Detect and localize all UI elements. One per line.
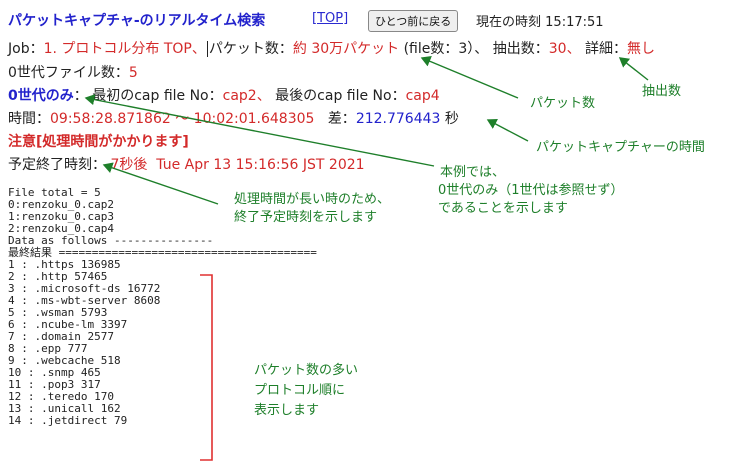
arrow-extract bbox=[618, 57, 649, 81]
annotation-packets: パケット数 bbox=[530, 96, 596, 111]
arrow-eta bbox=[102, 162, 219, 205]
arrow-packets bbox=[420, 56, 519, 99]
annotation-order-line: パケット数の多い bbox=[254, 363, 359, 378]
annotation-example-line: 0世代のみ（1世代は参照せず） bbox=[438, 183, 624, 198]
result-bracket bbox=[200, 274, 213, 461]
annotation-order: パケット数の多い プロトコル順に 表示します bbox=[254, 361, 358, 421]
annotation-extract: 抽出数 bbox=[642, 84, 682, 99]
annotation-eta: 処理時間が長い時のため、 終了予定時刻を示します bbox=[234, 191, 390, 227]
annotation-example-line: 本例では、 bbox=[440, 165, 506, 180]
annotation-arrows bbox=[84, 56, 649, 461]
annotation-eta-line: 処理時間が長い時のため、 bbox=[234, 192, 391, 207]
annotation-order-line: プロトコル順に bbox=[254, 383, 346, 398]
annotation-eta-line: 終了予定時刻を示します bbox=[234, 210, 378, 225]
annotation-example-line: であることを示します bbox=[438, 201, 568, 216]
annotation-order-line: 表示します bbox=[254, 403, 320, 418]
annotation-capture-time: パケットキャプチャーの時間 bbox=[536, 140, 705, 155]
annotation-example: 本例では、 0世代のみ（1世代は参照せず） であることを示します bbox=[438, 164, 624, 218]
arrow-capture-time bbox=[486, 118, 529, 142]
arrow-gen-only bbox=[84, 94, 435, 167]
